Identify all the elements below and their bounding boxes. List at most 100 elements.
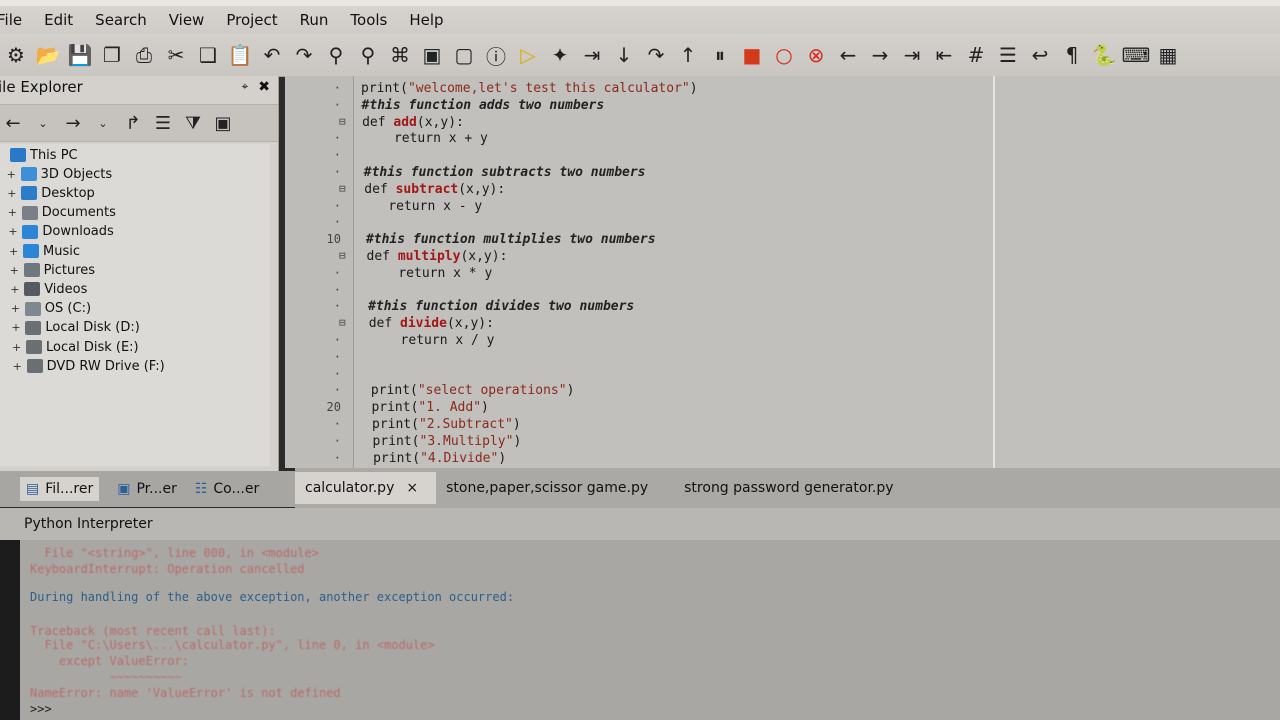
tree-item[interactable]: + Desktop [7, 184, 95, 202]
open-icon[interactable]: 📂 [32, 39, 64, 71]
save-all-icon[interactable]: ❐ [96, 39, 128, 71]
step-icon[interactable]: ⇥ [576, 39, 608, 71]
forward-icon[interactable]: → [60, 110, 86, 136]
code-line[interactable]: def multiply(x,y): [367, 248, 508, 265]
code-line[interactable]: #this function subtracts two numbers [364, 164, 646, 181]
editor-tab[interactable]: strong password generator.py [674, 472, 911, 504]
new-project-icon[interactable]: ⚙ [0, 39, 32, 71]
left-tab[interactable]: ▤ Fil...rer [20, 477, 100, 501]
debug-icon[interactable]: ✦ [544, 39, 576, 71]
stop-icon[interactable]: ■ [736, 39, 768, 71]
code-line[interactable]: return x - y [365, 198, 482, 215]
pin-icon[interactable]: ⌖ [242, 79, 249, 95]
chevron-down-icon[interactable]: ⌄ [90, 110, 116, 136]
tree-item[interactable]: + Downloads [8, 223, 113, 241]
code-line[interactable]: #this function adds two numbers [362, 97, 605, 114]
step-into-icon[interactable]: ↓ [608, 39, 640, 71]
code-line[interactable]: print("2.Subtract") [372, 416, 521, 433]
run-icon[interactable]: ▷ [512, 39, 544, 71]
menu-project[interactable]: Project [216, 6, 289, 34]
save-icon[interactable]: 💾 [64, 39, 96, 71]
step-over-icon[interactable]: ↷ [640, 39, 672, 71]
fold-icon[interactable]: ⊟ [339, 249, 346, 262]
expand-icon[interactable]: + [8, 206, 18, 219]
tree-item[interactable]: + Local Disk (D:) [11, 319, 139, 337]
fold-icon[interactable]: ⊟ [339, 115, 346, 128]
code-line[interactable]: return x / y [369, 332, 495, 349]
pause-icon[interactable]: ⏸ [704, 39, 736, 71]
clear-breakpoints-icon[interactable]: ⊗ [800, 39, 832, 71]
sync-icon[interactable]: ▣ [210, 110, 236, 136]
expand-icon[interactable]: + [12, 341, 22, 354]
left-tab[interactable]: ☷ Co...er [195, 481, 259, 497]
editor-tab[interactable]: stone,paper,scissor game.py [436, 472, 666, 504]
expand-icon[interactable]: + [11, 302, 21, 315]
list-icon[interactable]: ☰ [992, 39, 1024, 71]
find-icon[interactable]: ⚲ [320, 39, 352, 71]
screenshot-icon[interactable]: ▣ [416, 39, 448, 71]
editor-tab[interactable]: calculator.py × [295, 472, 437, 504]
tree-view-icon[interactable]: ☰ [150, 110, 176, 136]
code-line[interactable]: return x * y [367, 265, 492, 282]
code-line[interactable]: return x + y [363, 130, 488, 147]
expand-icon[interactable]: + [7, 168, 17, 181]
tree-item[interactable]: + Documents [8, 204, 116, 222]
chevron-down-icon[interactable]: ⌄ [30, 110, 56, 136]
back-icon[interactable]: ← [832, 39, 864, 71]
fold-icon[interactable]: ⊟ [339, 316, 346, 329]
fold-icon[interactable]: ⊟ [339, 182, 346, 195]
back-icon[interactable]: ← [0, 110, 26, 136]
folder-up-icon[interactable]: ↱ [120, 110, 146, 136]
code-editor[interactable]: · · ⊟ · · · ⊟ · · 10 ⊟ · · · ⊟ · · · · 20 · · · print("welcome… [285, 76, 1280, 468]
tree-item[interactable]: + Pictures [10, 261, 95, 279]
expand-icon[interactable]: + [7, 187, 17, 200]
filter-icon[interactable]: ⧩ [180, 110, 206, 136]
close-icon[interactable]: × [406, 480, 418, 496]
pilcrow-icon[interactable]: ¶ [1056, 39, 1088, 71]
redo-icon[interactable]: ↷ [288, 39, 320, 71]
code-line[interactable]: #this function multiplies two numbers [366, 231, 656, 248]
keyboard-icon[interactable]: ⌨ [1120, 39, 1152, 71]
python-interpreter-console[interactable]: File "<string>", line 000, in <module> Ke… [20, 540, 1280, 720]
forward-icon[interactable]: → [864, 39, 896, 71]
cut-icon[interactable]: ✂ [160, 39, 192, 71]
menu-run[interactable]: Run [290, 6, 341, 34]
left-tab[interactable]: ▣ Pr...er [117, 481, 177, 497]
unindent-icon[interactable]: ⇤ [928, 39, 960, 71]
tree-item[interactable]: + Music [9, 242, 80, 260]
breakpoint-icon[interactable]: ○ [768, 39, 800, 71]
close-icon[interactable]: ✖ [258, 79, 270, 95]
paste-icon[interactable]: 📋 [224, 39, 256, 71]
menu-help[interactable]: Help [399, 6, 455, 34]
tree-item[interactable]: This PC [0, 146, 78, 164]
print-icon[interactable]: ⎙ [128, 39, 160, 71]
menu-file[interactable]: File [0, 6, 34, 34]
tree-item[interactable]: + OS (C:) [11, 300, 91, 318]
menu-search[interactable]: Search [85, 6, 159, 34]
expand-icon[interactable]: + [10, 264, 20, 277]
menu-view[interactable]: View [159, 6, 217, 34]
undo-icon[interactable]: ↶ [256, 39, 288, 71]
expand-icon[interactable]: + [8, 225, 18, 238]
code-line[interactable]: print("4.Divide") [373, 450, 506, 467]
indent-icon[interactable]: ⇥ [896, 39, 928, 71]
wrap-icon[interactable]: ↩ [1024, 39, 1056, 71]
code-line[interactable]: print("1. Add") [371, 399, 488, 416]
comment-icon[interactable]: # [960, 39, 992, 71]
info-icon[interactable]: ⓘ [480, 39, 512, 71]
code-line[interactable]: def subtract(x,y): [364, 181, 505, 198]
tree-item[interactable]: + Local Disk (E:) [12, 338, 139, 356]
step-out-icon[interactable]: ↑ [672, 39, 704, 71]
menu-tools[interactable]: Tools [340, 6, 399, 34]
find-replace-icon[interactable]: ⚲ [352, 39, 384, 71]
code-line[interactable]: print("welcome,let's test this calculato… [361, 80, 698, 97]
code-line[interactable]: def divide(x,y): [369, 315, 494, 332]
tree-item[interactable]: + Videos [10, 280, 87, 298]
code-line[interactable]: print("3.Multiply") [373, 433, 522, 450]
tree-item[interactable]: + DVD RW Drive (F:) [13, 357, 165, 375]
python-icon[interactable]: 🐍 [1088, 39, 1120, 71]
layout-icon[interactable]: ▦ [1152, 39, 1184, 71]
code-line[interactable]: def add(x,y): [362, 114, 464, 131]
expand-icon[interactable]: + [13, 360, 23, 373]
expand-icon[interactable]: + [10, 283, 20, 296]
